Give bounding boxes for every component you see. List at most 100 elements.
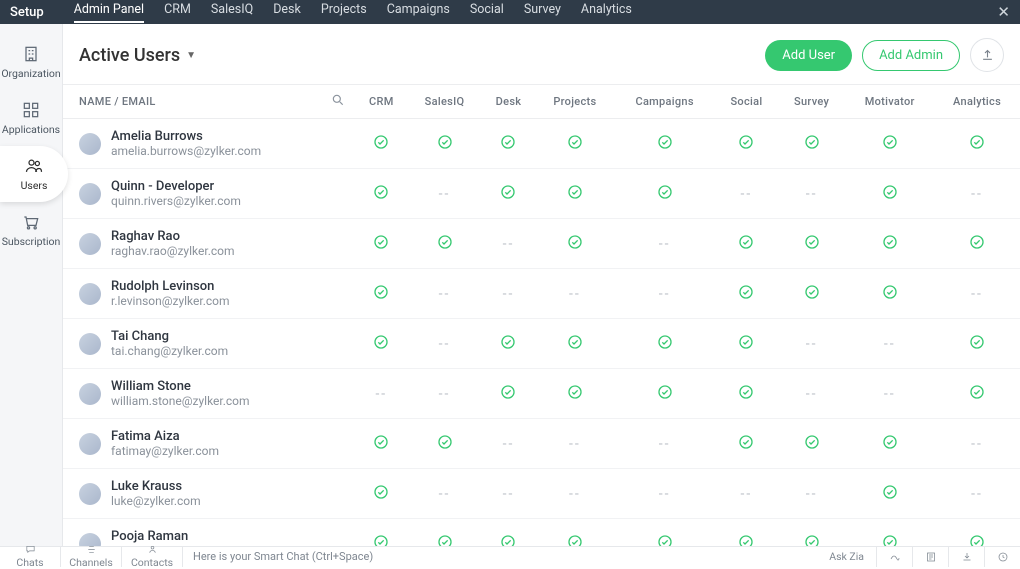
perm-cell[interactable]	[408, 119, 482, 169]
top-nav-item[interactable]: Survey	[524, 2, 561, 23]
add-user-button[interactable]: Add User	[765, 40, 852, 71]
perm-cell[interactable]	[715, 269, 778, 319]
perm-cell[interactable]	[614, 119, 715, 169]
perm-cell[interactable]	[715, 419, 778, 469]
perm-cell[interactable]	[845, 269, 934, 319]
perm-cell[interactable]: --	[408, 369, 482, 419]
perm-cell[interactable]: --	[482, 219, 536, 269]
perm-cell[interactable]: --	[934, 269, 1020, 319]
perm-cell[interactable]	[355, 219, 407, 269]
perm-cell[interactable]	[934, 369, 1020, 419]
perm-cell[interactable]	[845, 219, 934, 269]
perm-cell[interactable]: --	[934, 169, 1020, 219]
bb-icon-1[interactable]	[876, 547, 912, 567]
perm-cell[interactable]	[845, 419, 934, 469]
top-nav-item[interactable]: SalesIQ	[211, 2, 253, 23]
perm-cell[interactable]	[715, 369, 778, 419]
perm-cell[interactable]	[934, 519, 1020, 547]
perm-cell[interactable]: --	[715, 169, 778, 219]
page-title-dropdown[interactable]: Active Users ▼	[79, 45, 196, 66]
perm-cell[interactable]	[355, 519, 407, 547]
perm-cell[interactable]	[845, 169, 934, 219]
perm-cell[interactable]: --	[845, 369, 934, 419]
top-nav-item[interactable]: Analytics	[581, 2, 632, 23]
perm-cell[interactable]	[715, 319, 778, 369]
perm-cell[interactable]	[934, 119, 1020, 169]
top-nav-item[interactable]: Desk	[273, 2, 301, 23]
perm-cell[interactable]	[778, 419, 845, 469]
bb-icon-4[interactable]	[984, 547, 1020, 567]
perm-cell[interactable]	[934, 219, 1020, 269]
perm-cell[interactable]	[715, 519, 778, 547]
perm-cell[interactable]	[778, 519, 845, 547]
chats-tab[interactable]: Chats	[0, 544, 60, 569]
table-row[interactable]: William Stonewilliam.stone@zylker.com---…	[63, 369, 1020, 419]
search-icon[interactable]	[331, 93, 345, 107]
perm-cell[interactable]	[482, 519, 536, 547]
perm-cell[interactable]	[482, 169, 536, 219]
perm-cell[interactable]: --	[934, 419, 1020, 469]
table-row[interactable]: Raghav Raoraghav.rao@zylker.com----	[63, 219, 1020, 269]
perm-cell[interactable]	[482, 119, 536, 169]
sidebar-item-users[interactable]: Users	[0, 146, 68, 202]
perm-cell[interactable]: --	[535, 469, 614, 519]
table-row[interactable]: Tai Changtai.chang@zylker.com------	[63, 319, 1020, 369]
perm-cell[interactable]	[614, 319, 715, 369]
perm-cell[interactable]: --	[614, 219, 715, 269]
top-nav-item[interactable]: CRM	[164, 2, 191, 23]
perm-cell[interactable]	[845, 469, 934, 519]
perm-cell[interactable]	[355, 169, 407, 219]
table-row[interactable]: Rudolph Levinsonr.levinson@zylker.com---…	[63, 269, 1020, 319]
perm-cell[interactable]	[355, 119, 407, 169]
perm-cell[interactable]	[408, 519, 482, 547]
contacts-tab[interactable]: Contacts	[122, 544, 182, 569]
ask-zia-button[interactable]: Ask Zia	[817, 550, 876, 563]
perm-cell[interactable]	[535, 319, 614, 369]
perm-cell[interactable]: --	[614, 269, 715, 319]
perm-cell[interactable]	[535, 519, 614, 547]
perm-cell[interactable]	[934, 319, 1020, 369]
perm-cell[interactable]: --	[408, 169, 482, 219]
perm-cell[interactable]: --	[778, 369, 845, 419]
perm-cell[interactable]: --	[845, 319, 934, 369]
add-admin-button[interactable]: Add Admin	[862, 40, 960, 71]
perm-cell[interactable]: --	[355, 369, 407, 419]
sidebar-item-applications[interactable]: Applications	[0, 90, 62, 146]
perm-cell[interactable]	[715, 219, 778, 269]
perm-cell[interactable]	[535, 369, 614, 419]
table-row[interactable]: Fatima Aizafatimay@zylker.com--------	[63, 419, 1020, 469]
top-nav-item[interactable]: Admin Panel	[74, 2, 144, 23]
perm-cell[interactable]: --	[778, 469, 845, 519]
top-nav-item[interactable]: Projects	[321, 2, 367, 23]
perm-cell[interactable]: --	[482, 469, 536, 519]
channels-tab[interactable]: Channels	[61, 544, 121, 569]
bb-icon-2[interactable]	[912, 547, 948, 567]
table-row[interactable]: Luke Kraussluke@zylker.com--------------	[63, 469, 1020, 519]
perm-cell[interactable]	[408, 419, 482, 469]
perm-cell[interactable]: --	[715, 469, 778, 519]
table-row[interactable]: Amelia Burrowsamelia.burrows@zylker.com	[63, 119, 1020, 169]
top-nav-item[interactable]: Social	[470, 2, 504, 23]
perm-cell[interactable]	[355, 319, 407, 369]
perm-cell[interactable]: --	[408, 269, 482, 319]
perm-cell[interactable]	[614, 169, 715, 219]
perm-cell[interactable]	[355, 469, 407, 519]
perm-cell[interactable]	[778, 119, 845, 169]
perm-cell[interactable]	[408, 219, 482, 269]
table-row[interactable]: Quinn - Developerquinn.rivers@zylker.com…	[63, 169, 1020, 219]
perm-cell[interactable]	[482, 319, 536, 369]
perm-cell[interactable]: --	[614, 419, 715, 469]
table-row[interactable]: Pooja Ramanpooja.raman@zylker.com	[63, 519, 1020, 547]
perm-cell[interactable]: --	[614, 469, 715, 519]
perm-cell[interactable]	[535, 169, 614, 219]
top-nav-item[interactable]: Campaigns	[387, 2, 450, 23]
perm-cell[interactable]	[355, 269, 407, 319]
perm-cell[interactable]	[614, 369, 715, 419]
perm-cell[interactable]	[845, 519, 934, 547]
perm-cell[interactable]	[715, 119, 778, 169]
perm-cell[interactable]	[778, 269, 845, 319]
perm-cell[interactable]: --	[408, 319, 482, 369]
perm-cell[interactable]: --	[934, 469, 1020, 519]
export-button[interactable]	[970, 38, 1004, 72]
perm-cell[interactable]	[535, 119, 614, 169]
